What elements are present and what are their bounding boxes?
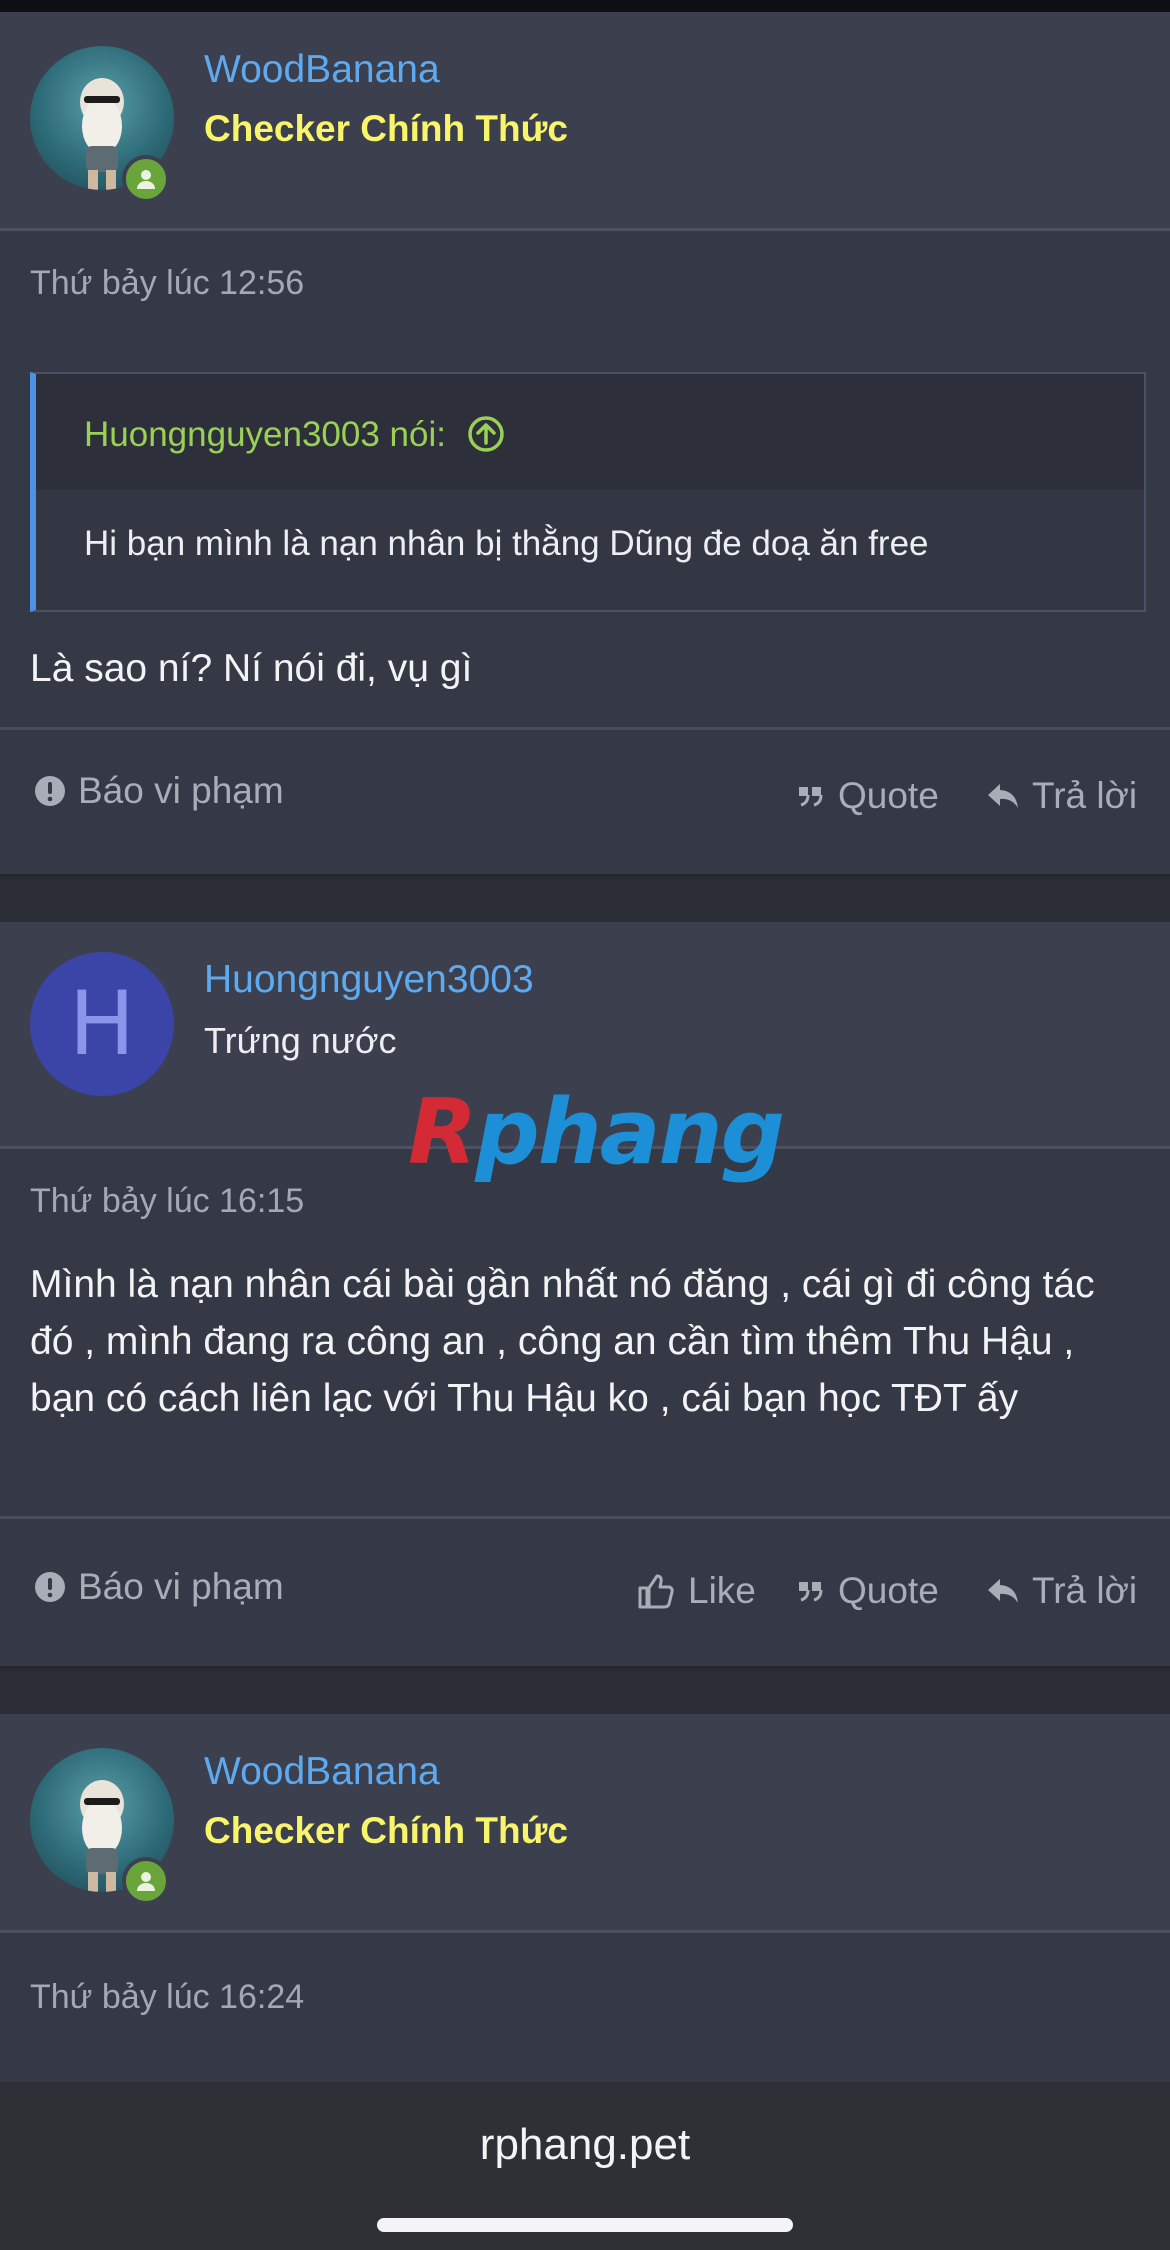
jump-to-quote-icon xyxy=(467,416,504,452)
post-timestamp[interactable]: Thứ bảy lúc 16:24 xyxy=(30,1978,304,2017)
report-button[interactable]: Báo vi phạm xyxy=(34,1566,284,1608)
report-button[interactable]: Báo vi phạm xyxy=(34,770,284,812)
quote-icon xyxy=(799,787,823,807)
avatar[interactable]: H xyxy=(30,952,174,1096)
author-name[interactable]: WoodBanana xyxy=(204,48,440,92)
reply-button[interactable]: Trả lời xyxy=(986,1570,1137,1612)
reply-button[interactable]: Trả lời xyxy=(986,775,1137,817)
post-1: WoodBanana Checker Chính Thức Thứ bảy lú… xyxy=(0,12,1170,874)
post-message: Mình là nạn nhân cái bài gần nhất nó đăn… xyxy=(30,1263,1095,1420)
user-title: Checker Chính Thức xyxy=(204,1810,568,1851)
alert-icon xyxy=(35,1572,65,1602)
site-watermark-logo: Rphang xyxy=(408,1080,785,1185)
post-timestamp[interactable]: Thứ bảy lúc 16:15 xyxy=(30,1182,304,1221)
post-2: H Huongnguyen3003 Trứng nước Thứ bảy lúc… xyxy=(0,922,1170,1666)
reply-icon xyxy=(988,1579,1018,1603)
quote-author[interactable]: Huongnguyen3003 nói: xyxy=(84,414,506,455)
quote-body: Hi bạn mình là nạn nhân bị thằng Dũng đe… xyxy=(36,490,1144,606)
reply-icon xyxy=(988,784,1018,808)
quote-button[interactable]: Quote xyxy=(796,775,939,817)
quote-button[interactable]: Quote xyxy=(796,1570,939,1612)
status-bar-edge xyxy=(0,0,1170,12)
post-header: WoodBanana Checker Chính Thức xyxy=(0,1714,1170,1933)
quote-header: Huongnguyen3003 nói: xyxy=(36,374,1144,490)
divider xyxy=(0,1516,1170,1519)
alert-icon xyxy=(35,776,65,806)
like-button[interactable]: Like xyxy=(636,1570,756,1612)
quote-text: Hi bạn mình là nạn nhân bị thằng Dũng đe… xyxy=(84,524,929,563)
post-message: Là sao ní? Ní nói đi, vụ gì xyxy=(30,647,473,690)
user-title: Checker Chính Thức xyxy=(204,108,568,149)
divider xyxy=(0,727,1170,730)
thumbs-up-icon xyxy=(638,1574,674,1609)
separator xyxy=(0,874,1170,882)
author-name[interactable]: WoodBanana xyxy=(204,1750,440,1794)
quote-block: Huongnguyen3003 nói: Hi bạn mình là nạn … xyxy=(30,372,1146,612)
address-bar-url[interactable]: rphang.pet xyxy=(0,2120,1170,2170)
post-timestamp[interactable]: Thứ bảy lúc 12:56 xyxy=(30,264,304,303)
separator xyxy=(0,1666,1170,1674)
online-status-icon xyxy=(122,155,170,203)
quote-icon xyxy=(799,1582,823,1602)
home-indicator[interactable] xyxy=(377,2218,793,2232)
user-title: Trứng nước xyxy=(204,1020,397,1061)
post-3: WoodBanana Checker Chính Thức Thứ bảy lú… xyxy=(0,1714,1170,2082)
browser-bottom-bar: rphang.pet xyxy=(0,2082,1170,2250)
author-name[interactable]: Huongnguyen3003 xyxy=(204,958,534,1002)
online-status-icon xyxy=(122,1857,170,1905)
post-header: WoodBanana Checker Chính Thức xyxy=(0,12,1170,231)
